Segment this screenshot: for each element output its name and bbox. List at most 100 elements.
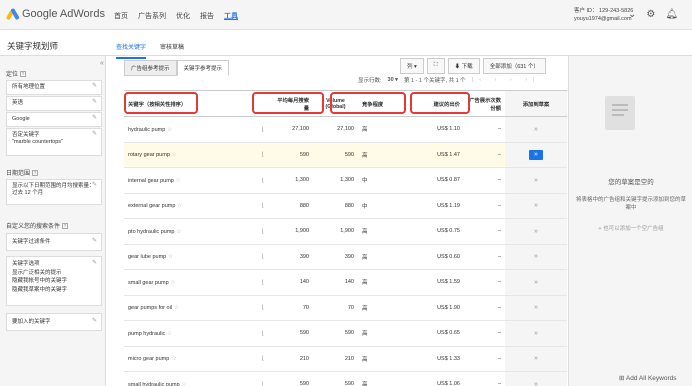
pencil-icon[interactable]: ✎ [92, 236, 97, 247]
highlight-box [330, 92, 406, 114]
trend-chart-icon[interactable]: ⌊ [262, 305, 264, 311]
avg-searches-cell: 140 [270, 269, 313, 296]
add-to-draft-icon[interactable]: » [534, 177, 538, 184]
impression-share-cell: – [464, 371, 505, 386]
add-to-draft-icon[interactable]: » [534, 253, 538, 260]
empty-draft-description: 将表格中的广告组和关键字提示添加到您的草案中 [575, 197, 686, 211]
star-icon[interactable]: ☆ [170, 280, 175, 286]
highlight-box [252, 92, 324, 114]
trend-chart-icon[interactable]: ⌊ [262, 152, 264, 158]
tab-keyword-ideas[interactable]: 关键字参考提示 [176, 60, 230, 76]
pencil-icon[interactable]: ✎ [92, 182, 97, 189]
nav-optimize[interactable]: 优化 [176, 11, 190, 21]
sub-header: 关键字规划师 查找关键字 审核草稿 [0, 30, 692, 59]
trend-chart-icon[interactable]: ⌊ [262, 254, 264, 260]
collapse-sidebar-icon[interactable]: « [100, 60, 104, 67]
nav-reports[interactable]: 报告 [200, 11, 214, 21]
star-icon[interactable]: ☆ [181, 382, 186, 386]
keyword-text: pto hydraulic pump [128, 228, 175, 235]
add-to-draft-icon[interactable]: » [534, 126, 538, 133]
columns-button[interactable]: 列 ▾ [400, 58, 424, 74]
star-icon[interactable]: ☆ [177, 203, 182, 209]
col-add-to-draft: 添加到草案 [505, 90, 567, 117]
chart-icon[interactable]: ⛶ [426, 58, 445, 74]
add-to-draft-icon[interactable]: » [534, 304, 538, 311]
keyword-cell: small hydraulic pump ☆ [124, 371, 256, 386]
bell-icon[interactable]: 🔔︎ [665, 9, 678, 20]
keyword-cell: rotary gear pump ☆ [124, 142, 256, 168]
star-icon[interactable]: ☆ [167, 127, 172, 133]
pencil-icon[interactable]: ✎ [92, 99, 97, 106]
star-icon[interactable]: ☆ [174, 305, 179, 311]
gear-icon[interactable]: ⚙ [646, 9, 655, 20]
add-empty-ad-group-link[interactable]: + 也可以添加一个空广告组 [569, 224, 692, 232]
pencil-icon[interactable]: ✎ [92, 83, 97, 90]
trend-chart-icon[interactable]: ⌊ [262, 331, 264, 337]
star-icon[interactable]: ☆ [171, 152, 176, 158]
star-icon[interactable]: ☆ [171, 356, 176, 362]
trend-chart-icon[interactable]: ⌊ [262, 127, 264, 133]
keyword-filter[interactable]: 关键字过滤条件 ✎ [6, 233, 102, 251]
highlight-box [124, 92, 198, 114]
trend-chart-icon[interactable]: ⌊ [262, 382, 264, 386]
add-to-draft-icon[interactable]: » [534, 202, 538, 209]
add-to-draft-icon[interactable]: » [534, 228, 538, 235]
keyword-cell: small gear pump ☆ [124, 269, 256, 296]
trend-cell: ⌊ [256, 218, 270, 245]
pencil-icon[interactable]: ✎ [92, 316, 97, 327]
help-icon[interactable]: ? [32, 170, 39, 177]
keyword-cell: external gear pump ☆ [124, 193, 256, 219]
download-button[interactable]: ⬇ 下载 [447, 58, 480, 74]
impression-share-cell: – [464, 167, 505, 194]
pencil-icon[interactable]: ✎ [92, 259, 97, 268]
trend-chart-icon[interactable]: ⌊ [262, 178, 264, 184]
keyword-options[interactable]: 关键字选项 显示广泛相关的提示 隐藏我帐号中的关键字 隐藏我草案中的关键字 ✎ [6, 256, 102, 306]
bid-cell: US$ 0.87 [400, 167, 464, 194]
competition-cell: 高 [358, 116, 400, 143]
keyword-cell: gear pumps for oil ☆ [124, 295, 256, 321]
nav-home[interactable]: 首页 [114, 11, 128, 21]
adwords-logo[interactable]: Google AdWords [5, 7, 105, 21]
star-icon[interactable]: ☆ [176, 229, 181, 235]
trend-chart-icon[interactable]: ⌊ [262, 229, 264, 235]
keyword-text: small gear pump [128, 279, 169, 286]
competition-cell: 高 [358, 295, 400, 321]
date-range-box[interactable]: 显示以下日期范围的月均搜索量：过去 12 个月 ✎ [6, 179, 102, 205]
nav-campaigns[interactable]: 广告系列 [138, 11, 166, 21]
trend-chart-icon[interactable]: ⌊ [262, 356, 264, 362]
star-icon[interactable]: ☆ [168, 254, 173, 260]
network-target[interactable]: Google ✎ [6, 112, 102, 127]
add-to-draft-icon[interactable]: » [534, 330, 538, 337]
star-icon[interactable]: ☆ [175, 178, 180, 184]
bid-cell: US$ 1.10 [400, 116, 464, 143]
trend-chart-icon[interactable]: ⌊ [262, 280, 264, 286]
draft-panel: 您的草案是空的 将表格中的广告组和关键字提示添加到您的草案中 + 也可以添加一个… [568, 56, 692, 386]
negative-keywords[interactable]: 否定关键字 "marble countertops" ✎ [6, 128, 102, 156]
trend-chart-icon[interactable]: ⌊ [262, 203, 264, 209]
add-to-draft-icon[interactable]: » [534, 355, 538, 362]
pencil-icon[interactable]: ✎ [92, 131, 97, 138]
add-to-draft-icon[interactable]: » [529, 149, 543, 160]
account-info[interactable]: 客户 ID： 129-243-5826 youyu1974@gmail.com [574, 7, 633, 23]
location-target[interactable]: 所有地理位置 ✎ [6, 80, 102, 95]
add-to-draft-icon[interactable]: » [534, 381, 538, 386]
pagination-arrows[interactable]: |‹ ‹ › ›| [472, 77, 541, 83]
include-keywords[interactable]: 要加入的关键字 ✎ [6, 313, 102, 331]
help-icon[interactable]: ? [20, 71, 27, 78]
help-icon[interactable]: ? [62, 223, 69, 230]
pencil-icon[interactable]: ✎ [92, 115, 97, 122]
add-all-button[interactable]: 全部添加（631 个） [482, 58, 546, 74]
logo-text: Google AdWords [22, 8, 105, 20]
keyword-table: 关键字（按相关性排序） 平均每月搜索量 Volume (Global) 竞争程度… [124, 90, 567, 386]
language-target[interactable]: 英语 ✎ [6, 96, 102, 111]
avg-searches-cell: 590 [270, 371, 313, 386]
volume-cell: 590 [313, 142, 358, 168]
star-icon[interactable]: ☆ [167, 331, 172, 337]
col-impression-share[interactable]: 广告展示次数份额 [464, 90, 505, 117]
add-all-keywords-button[interactable]: ⊞ Add All Keywords [619, 374, 677, 382]
add-to-draft-icon[interactable]: » [534, 279, 538, 286]
tab-ad-group-ideas[interactable]: 广告组参考提示 [124, 60, 177, 76]
rows-select[interactable]: 30 ▾ [388, 77, 398, 83]
nav-tools[interactable]: 工具 [224, 11, 238, 21]
chevron-down-icon[interactable]: ⌄ [628, 9, 636, 20]
